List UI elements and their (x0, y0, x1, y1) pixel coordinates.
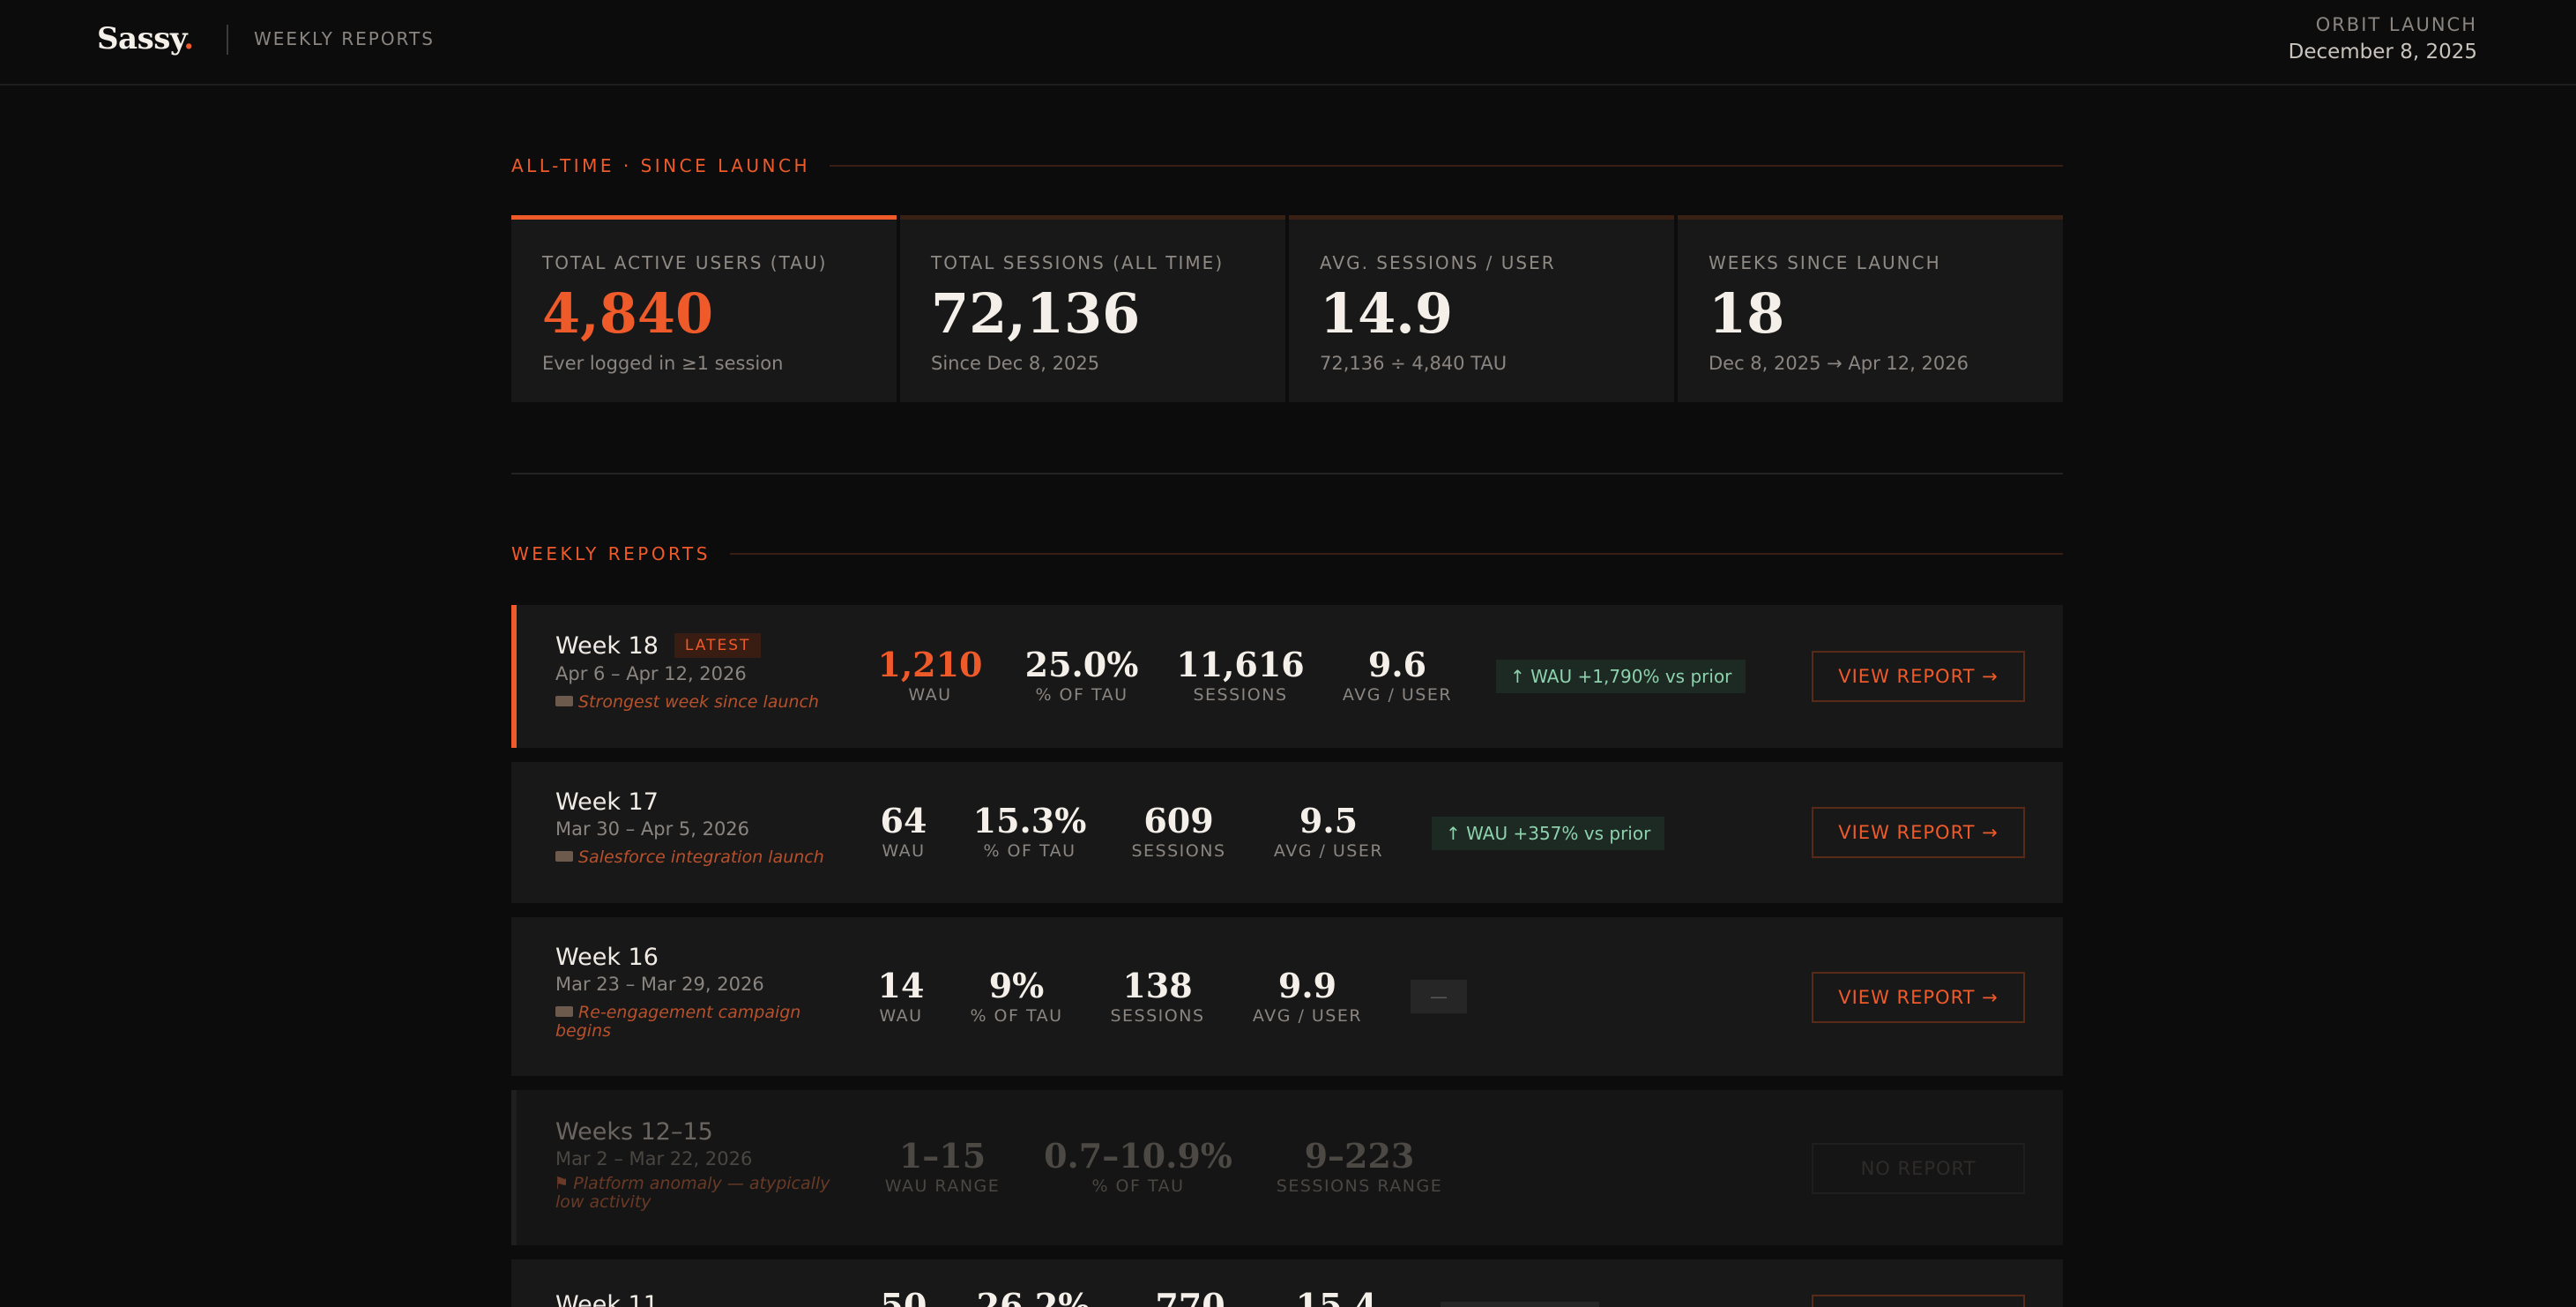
stat-sub: Ever logged in ≥1 session (542, 353, 784, 374)
stat-value: 18 (1709, 281, 1785, 346)
metric-pct-tau: 26.2% (976, 1286, 1091, 1307)
tag-icon (555, 1006, 573, 1017)
stat-value: 4,840 (542, 281, 714, 346)
metric-pct-tau: 25.0% % OF TAU (1024, 645, 1139, 705)
metric-pct-tau: 15.3% % OF TAU (972, 801, 1087, 861)
stat-card-tau: TOTAL ACTIVE USERS (TAU) 4,840 Ever logg… (511, 215, 897, 402)
week-title: Weeks 12–15 (555, 1118, 713, 1146)
org-meta: ORBIT LAUNCH December 8, 2025 (2289, 14, 2477, 63)
stat-value: 72,136 (931, 281, 1141, 346)
week-dates: Mar 30 – Apr 5, 2026 (555, 818, 750, 840)
metric-sessions-range: 9–223 SESSIONS RANGE (1276, 1136, 1443, 1196)
stat-card-sessions: TOTAL SESSIONS (ALL TIME) 72,136 Since D… (900, 215, 1285, 402)
no-report-button: NO REPORT (1812, 1143, 2025, 1194)
sassy-logo[interactable]: Sassy. (97, 21, 194, 56)
metric-wau: 1,210 WAU (877, 645, 983, 705)
trend-badge: ↑ WAU +357% vs prior (1432, 817, 1665, 850)
metric-wau: 14 WAU (877, 966, 925, 1026)
week-row-12-15: Weeks 12–15 Mar 2 – Mar 22, 2026 ⚑ Platf… (511, 1090, 2063, 1245)
top-bar: Sassy. WEEKLY REPORTS ORBIT LAUNCH Decem… (0, 0, 2576, 86)
alltime-heading: ALL-TIME · SINCE LAUNCH (511, 155, 2063, 176)
metric-avg-user: 9.6 AVG / USER (1342, 645, 1453, 705)
stat-value: 14.9 (1320, 281, 1454, 346)
metric-avg-user: 15.4 (1295, 1286, 1378, 1307)
week-note: Strongest week since launch (555, 693, 846, 712)
latest-badge: LATEST (674, 633, 762, 658)
section-divider (511, 473, 2063, 474)
metric-sessions: 11,616 SESSIONS (1176, 645, 1305, 705)
week-note: Re-engagement campaign begins (555, 1003, 801, 1041)
week-title: Week 18 LATEST (555, 632, 762, 660)
metric-pct-tau: 9% % OF TAU (970, 966, 1063, 1026)
stat-card-weeks: WEEKS SINCE LAUNCH 18 Dec 8, 2025 → Apr … (1678, 215, 2063, 402)
stat-sub: Dec 8, 2025 → Apr 12, 2026 (1709, 353, 1969, 374)
metric-wau: 64 WAU (880, 801, 927, 861)
trend-badge (1441, 1302, 1599, 1307)
week-row-11[interactable]: Week 11 50 26.2% 770 15.4 (511, 1259, 2063, 1307)
org-name: ORBIT LAUNCH (2315, 14, 2477, 35)
tag-icon (555, 851, 573, 862)
weekly-heading: WEEKLY REPORTS (511, 543, 2063, 564)
metric-avg-user: 9.5 AVG / USER (1273, 801, 1384, 861)
week-title: Week 17 (555, 788, 659, 816)
view-report-button[interactable]: VIEW REPORT → (1812, 651, 2025, 702)
metric-sessions: 770 (1155, 1286, 1225, 1307)
view-report-button[interactable]: VIEW REPORT → (1812, 807, 2025, 858)
week-dates: Mar 23 – Mar 29, 2026 (555, 974, 764, 995)
week-note: ⚑ Platform anomaly — atypically low acti… (555, 1174, 830, 1212)
week-dates: Mar 2 – Mar 22, 2026 (555, 1148, 753, 1169)
org-date: December 8, 2025 (2288, 41, 2477, 63)
week-title: Week 11 (555, 1291, 659, 1307)
stat-label: WEEKS SINCE LAUNCH (1709, 252, 1941, 273)
week-row-18[interactable]: Week 18 LATEST Apr 6 – Apr 12, 2026 Stron… (511, 605, 2063, 748)
stat-card-avg: AVG. SESSIONS / USER 14.9 72,136 ÷ 4,840… (1289, 215, 1674, 402)
stat-sub: Since Dec 8, 2025 (931, 353, 1100, 374)
week-title: Week 16 (555, 944, 659, 971)
week-dates: Apr 6 – Apr 12, 2026 (555, 663, 747, 684)
stat-label: TOTAL ACTIVE USERS (TAU) (542, 252, 828, 273)
view-report-button[interactable] (1812, 1295, 2025, 1307)
stat-label: TOTAL SESSIONS (ALL TIME) (931, 252, 1225, 273)
stat-label: AVG. SESSIONS / USER (1320, 252, 1556, 273)
trend-badge-empty: — (1411, 980, 1467, 1013)
view-report-button[interactable]: VIEW REPORT → (1812, 972, 2025, 1023)
alltime-cards: TOTAL ACTIVE USERS (TAU) 4,840 Ever logg… (511, 215, 2063, 402)
week-row-17[interactable]: Week 17 Mar 30 – Apr 5, 2026 Salesforce … (511, 762, 2063, 903)
stat-sub: 72,136 ÷ 4,840 TAU (1320, 353, 1508, 374)
metric-sessions: 138 SESSIONS (1110, 966, 1205, 1026)
week-row-16[interactable]: Week 16 Mar 23 – Mar 29, 2026 Re-engagem… (511, 917, 2063, 1076)
week-note: Salesforce integration launch (555, 848, 846, 867)
tag-icon (555, 696, 573, 706)
metric-wau: 50 (880, 1286, 927, 1307)
trend-badge: ↑ WAU +1,790% vs prior (1496, 660, 1746, 693)
metric-avg-user: 9.9 AVG / USER (1252, 966, 1363, 1026)
metric-pct-tau: 0.7–10.9% % OF TAU (1044, 1136, 1232, 1196)
metric-sessions: 609 SESSIONS (1131, 801, 1226, 861)
metric-wau-range: 1–15 WAU RANGE (884, 1136, 1001, 1196)
section-title: WEEKLY REPORTS (254, 28, 435, 49)
header-divider (227, 25, 228, 55)
